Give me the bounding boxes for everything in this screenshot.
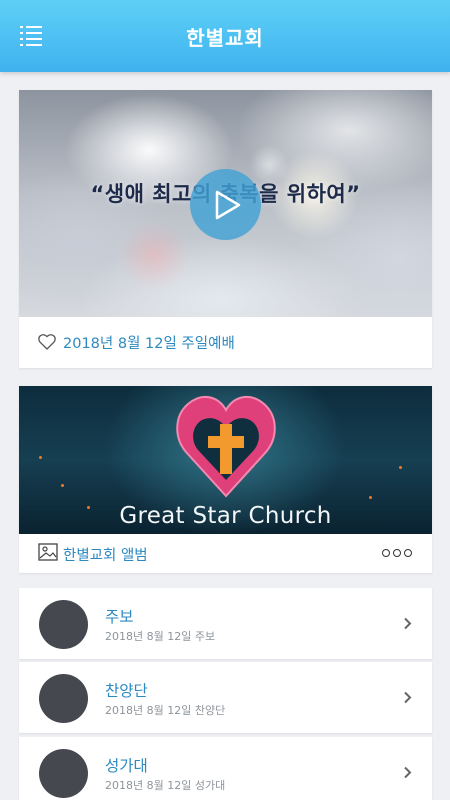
app-bar: 한별교회 [0, 0, 450, 72]
album-caption[interactable]: 한별교회 앨범 [19, 534, 432, 573]
church-brand-text: Great Star Church [119, 503, 332, 529]
chevron-right-icon [404, 691, 412, 704]
play-icon [215, 190, 241, 220]
more-options-button[interactable] [382, 547, 412, 559]
chevron-right-icon [404, 766, 412, 779]
list-item-title: 주보 [105, 608, 134, 626]
album-card[interactable]: Great Star Church 한별교회 앨범 [19, 386, 432, 573]
play-button[interactable] [190, 169, 261, 240]
list-item-title: 성가대 [105, 757, 148, 775]
video-caption[interactable]: 2018년 8월 12일 주일예배 [19, 317, 432, 368]
avatar [39, 749, 88, 798]
album-thumbnail[interactable]: Great Star Church [19, 386, 432, 534]
video-caption-label: 2018년 8월 12일 주일예배 [63, 336, 235, 352]
list-item-bulletin[interactable]: 주보 2018년 8월 12일 주보 [19, 588, 432, 659]
list-item-praise-team[interactable]: 찬양단 2018년 8월 12일 찬양단 [19, 662, 432, 733]
chevron-right-icon [404, 617, 412, 630]
heart-outline-icon[interactable] [38, 334, 56, 350]
church-logo [176, 395, 276, 498]
album-caption-label: 한별교회 앨범 [63, 548, 148, 564]
list-item-subtitle: 2018년 8월 12일 찬양단 [105, 704, 226, 717]
video-thumbnail[interactable]: “생애 최고의 축복을 위하여” [19, 90, 432, 317]
avatar [39, 674, 88, 723]
app-title: 한별교회 [186, 26, 264, 50]
avatar [39, 600, 88, 649]
list-item-title: 찬양단 [105, 682, 148, 700]
image-icon [38, 543, 58, 561]
sermon-video-card[interactable]: “생애 최고의 축복을 위하여” 2018년 8월 12일 주일예배 [19, 90, 432, 368]
list-item-subtitle: 2018년 8월 12일 주보 [105, 630, 216, 643]
list-item-choir[interactable]: 성가대 2018년 8월 12일 성가대 [19, 737, 432, 800]
list-item-subtitle: 2018년 8월 12일 성가대 [105, 779, 226, 792]
